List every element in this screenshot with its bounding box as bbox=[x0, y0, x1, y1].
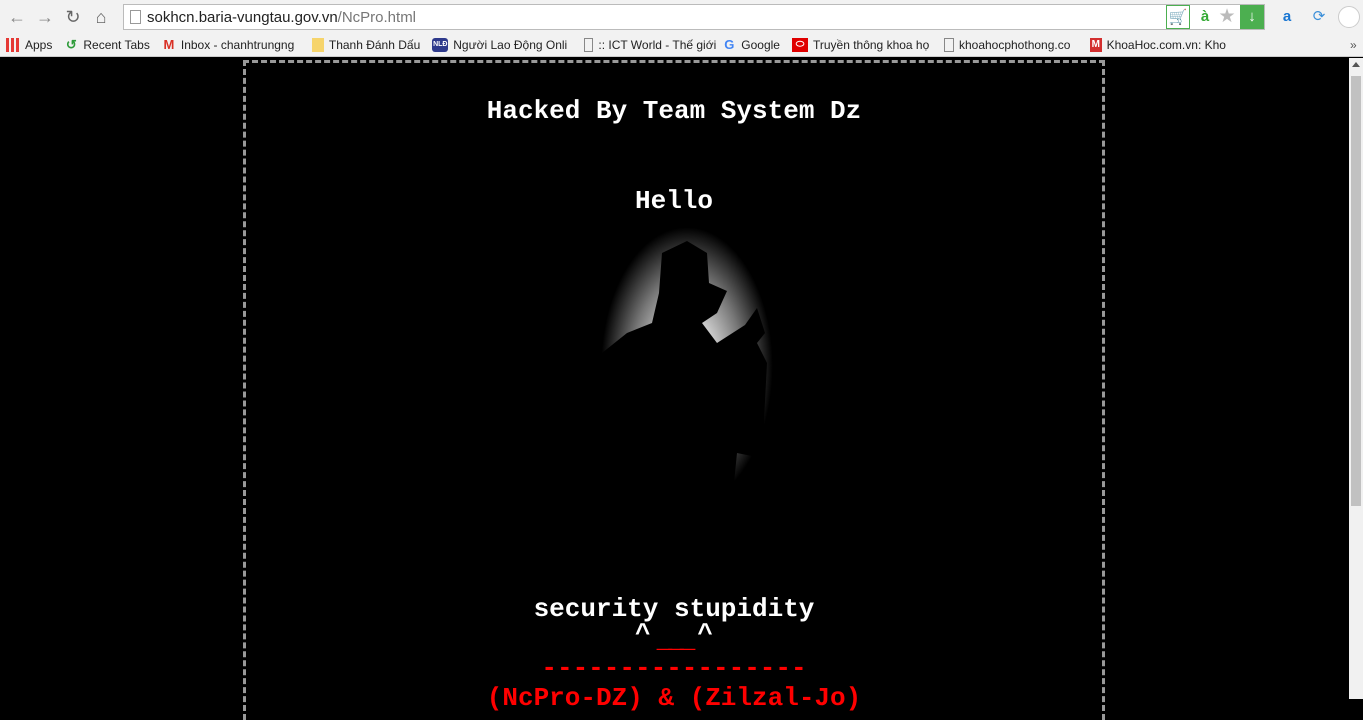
forward-button[interactable]: → bbox=[34, 6, 56, 28]
translate-extension-icon[interactable]: a bbox=[1276, 5, 1298, 29]
bookmark-khoahoc[interactable]: M KhoaHoc.com.vn: Kho bbox=[1089, 37, 1226, 52]
a-extension-icon[interactable]: à bbox=[1196, 5, 1214, 29]
page-icon bbox=[943, 37, 954, 52]
vertical-scrollbar[interactable] bbox=[1349, 58, 1363, 699]
download-extension-icon[interactable]: ↓ bbox=[1240, 5, 1264, 29]
greeting: Hello bbox=[634, 186, 713, 216]
silhouette-figure bbox=[597, 241, 767, 553]
bookmark-label: Truyền thông khoa họ bbox=[812, 37, 930, 52]
page-content: Hacked By Team System Dz Hello security … bbox=[0, 58, 1349, 720]
m-icon: M bbox=[1089, 37, 1102, 52]
google-icon: G bbox=[724, 37, 735, 52]
bookmark-label: khoahocphothong.co bbox=[958, 37, 1071, 52]
reload-button[interactable]: ↻ bbox=[62, 6, 84, 28]
gmail-icon: M bbox=[163, 37, 175, 52]
bookmark-label: Recent Tabs bbox=[83, 37, 150, 52]
profile-circle-icon[interactable] bbox=[1338, 6, 1360, 28]
bookmark-label: :: ICT World - Thế giới bbox=[598, 37, 717, 52]
bookmark-label: Inbox - chanhtrungng bbox=[180, 37, 295, 52]
home-button[interactable]: ⌂ bbox=[90, 6, 112, 28]
bookmark-label: KhoaHoc.com.vn: Kho bbox=[1106, 37, 1226, 52]
address-bar[interactable]: sokhcn.baria-vungtau.gov.vn/NcPro.html bbox=[123, 4, 1265, 30]
bookmark-label: Thanh Đánh Dấu bbox=[328, 37, 421, 52]
oracle-icon: ⬭ bbox=[791, 37, 808, 52]
back-button[interactable]: ← bbox=[6, 6, 28, 28]
bookmark-ict[interactable]: :: ICT World - Thế giới bbox=[584, 37, 717, 52]
bookmark-recent-tabs[interactable]: ↺ Recent Tabs bbox=[64, 38, 150, 52]
history-icon: ↺ bbox=[65, 37, 77, 52]
folder-icon bbox=[311, 37, 324, 52]
url-path: /NcPro.html bbox=[337, 8, 417, 26]
apps-grid-icon bbox=[6, 37, 20, 52]
bookmark-khoahocphothong[interactable]: khoahocphothong.co bbox=[943, 37, 1078, 52]
url-host: sokhcn.baria-vungtau.gov.vn bbox=[147, 8, 338, 26]
bookmark-folder[interactable]: Thanh Đánh Dấu bbox=[311, 37, 421, 52]
bookmark-inbox[interactable]: M Inbox - chanhtrungng bbox=[162, 38, 298, 52]
scrollbar-thumb[interactable] bbox=[1351, 76, 1361, 506]
bookmarks-overflow-button[interactable]: » bbox=[1350, 38, 1357, 52]
bookmark-truyen-thong[interactable]: ⬭ Truyền thông khoa họ bbox=[791, 37, 932, 52]
bookmark-google[interactable]: G Google bbox=[722, 38, 780, 52]
nld-icon: NLĐ bbox=[432, 37, 449, 52]
page-icon bbox=[130, 10, 141, 24]
divider-line: ----------------- bbox=[541, 653, 807, 683]
face-mouth: ___ bbox=[656, 625, 696, 655]
bookmark-star-icon[interactable]: ★ bbox=[1216, 5, 1238, 29]
bookmark-label: Google bbox=[741, 37, 780, 52]
cart-extension-icon[interactable]: 🛒 bbox=[1166, 5, 1190, 29]
bookmark-label: Apps bbox=[25, 37, 53, 52]
dashed-frame: Hacked By Team System Dz Hello security … bbox=[243, 60, 1105, 720]
browser-toolbar: ← → ↻ ⌂ sokhcn.baria-vungtau.gov.vn/NcPr… bbox=[0, 0, 1363, 33]
url-text[interactable]: sokhcn.baria-vungtau.gov.vn/NcPro.html bbox=[147, 9, 416, 26]
credits: (NcPro-DZ) & (Zilzal-Jo) bbox=[486, 683, 862, 713]
page-icon bbox=[584, 37, 594, 52]
bookmark-apps[interactable]: Apps bbox=[6, 37, 53, 52]
scroll-up-arrow[interactable] bbox=[1352, 62, 1360, 67]
page-title: Hacked By Team System Dz bbox=[486, 96, 862, 126]
sync-extension-icon[interactable]: ⟳ bbox=[1309, 5, 1329, 29]
bookmarks-bar: Apps ↺ Recent Tabs M Inbox - chanhtrungng … bbox=[0, 33, 1363, 57]
hacker-silhouette-image bbox=[567, 213, 807, 553]
bookmark-label: Người Lao Động Onli bbox=[453, 37, 568, 52]
bookmark-nld[interactable]: NLĐ Người Lao Động Onli bbox=[432, 37, 570, 52]
